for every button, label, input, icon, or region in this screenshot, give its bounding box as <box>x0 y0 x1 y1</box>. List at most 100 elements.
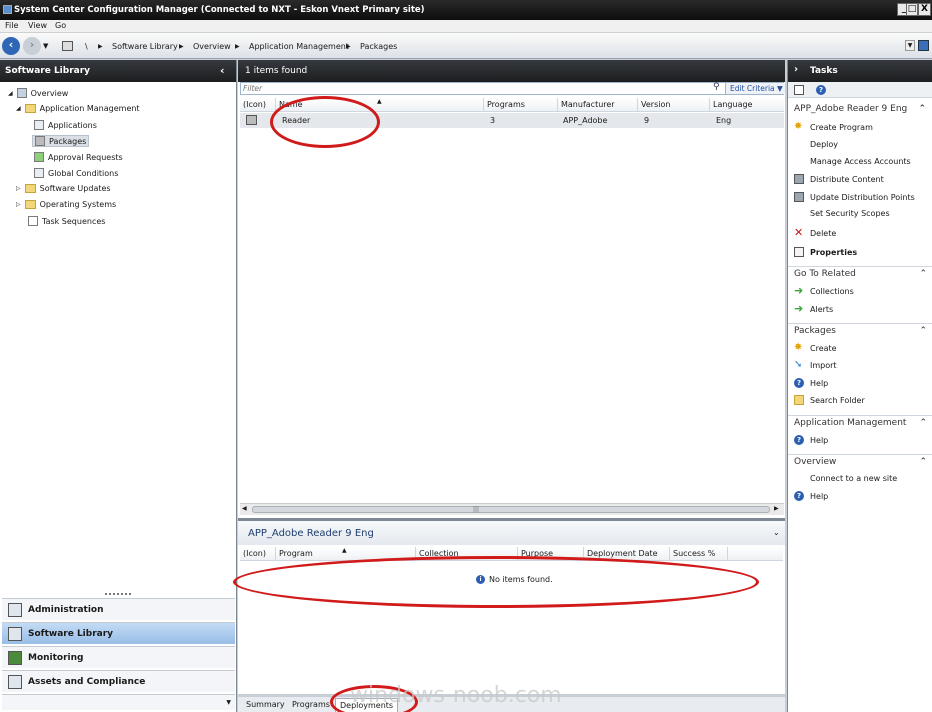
splitter-grip[interactable] <box>105 593 131 595</box>
console-home-icon[interactable] <box>62 41 73 51</box>
workspace-assets-and-compliance[interactable]: Assets and Compliance <box>2 670 235 692</box>
edit-criteria-button[interactable]: Edit Criteria ▼ <box>725 83 785 94</box>
tab-programs[interactable]: Programs <box>292 700 330 709</box>
menu-go[interactable]: Go <box>55 21 66 30</box>
filter-input[interactable] <box>243 83 713 94</box>
refresh-icon[interactable] <box>918 40 929 51</box>
tree-item-task-sequences[interactable]: Task Sequences <box>28 216 105 226</box>
search-icon[interactable]: ⚲ <box>713 82 720 92</box>
tree-item-overview[interactable]: ◢ Overview <box>8 88 68 98</box>
collapse-icon[interactable]: ⌃ <box>919 267 927 281</box>
scroll-right-icon[interactable]: ▶ <box>774 505 779 512</box>
help-tab-icon[interactable]: ? <box>816 85 826 95</box>
row-version: 9 <box>644 116 650 125</box>
horizontal-scrollbar[interactable]: ◀ ||| ▶ <box>240 503 784 515</box>
tree-item-software-updates[interactable]: ▷ Software Updates <box>16 184 111 193</box>
back-icon[interactable]: ‹ <box>2 37 20 55</box>
properties-tab-icon[interactable] <box>794 85 804 95</box>
details-collapse-icon[interactable]: ⌄ <box>773 528 780 537</box>
workspace-monitoring[interactable]: Monitoring <box>2 646 235 668</box>
tasks-title: Tasks <box>810 66 838 76</box>
annotation-circle-name <box>270 96 380 148</box>
scroll-left-icon[interactable]: ◀ <box>242 505 247 512</box>
tree-item-approval-requests[interactable]: Approval Requests <box>34 152 123 162</box>
task-create-program[interactable]: ✸ Create Program <box>794 122 873 132</box>
breadcrumb-root[interactable]: \ <box>85 42 88 51</box>
column-icon[interactable]: (Icon) <box>240 547 276 561</box>
applications-icon <box>34 120 44 130</box>
sort-ascending-icon: ▲ <box>377 98 382 105</box>
section-overview[interactable]: Overview ⌃ <box>788 454 932 469</box>
row-language: Eng <box>716 116 732 125</box>
breadcrumb-application-management[interactable]: Application Management <box>249 42 349 51</box>
column-manufacturer[interactable]: Manufacturer <box>558 98 638 112</box>
tab-summary[interactable]: Summary <box>246 700 285 709</box>
close-button[interactable]: X <box>918 3 931 16</box>
collapse-icon[interactable]: ⌃ <box>919 455 927 469</box>
annotation-circle-empty-list <box>233 556 759 608</box>
menu-view[interactable]: View <box>28 21 47 30</box>
package-icon <box>246 115 257 125</box>
navigation-tree: ◢ Overview ◢ Application Management Applic… <box>0 82 235 232</box>
task-help[interactable]: ? Help <box>794 435 828 445</box>
selected-item-title: APP_Adobe Reader 9 Eng <box>794 104 908 114</box>
dropdown-icon[interactable]: ▼ <box>905 40 915 51</box>
task-help[interactable]: ? Help <box>794 491 828 501</box>
collapse-icon[interactable]: ⌃ <box>918 104 926 114</box>
section-packages[interactable]: Packages ⌃ <box>788 323 932 338</box>
task-import[interactable]: ➘ Import <box>794 360 837 370</box>
scroll-grip: ||| <box>473 506 480 513</box>
row-programs: 3 <box>490 116 496 125</box>
tasks-header: › Tasks <box>788 60 932 82</box>
workspace-administration[interactable]: Administration <box>2 598 235 620</box>
column-success-percent[interactable]: Success % <box>670 547 728 561</box>
expand-pane-icon[interactable]: › <box>794 64 798 75</box>
tree-item-application-management[interactable]: ◢ Application Management <box>16 104 140 113</box>
column-version[interactable]: Version <box>638 98 710 112</box>
collapse-pane-icon[interactable]: ‹ <box>220 64 225 77</box>
column-programs[interactable]: Programs <box>484 98 558 112</box>
task-create-package[interactable]: ✸ Create <box>794 343 837 353</box>
navigation-bar: ‹ › ▼ \ ▶ Software Library ▶ Overview ▶ … <box>0 33 932 59</box>
navigation-pane: Software Library ‹ ◢ Overview ◢ Applicatio… <box>0 60 237 712</box>
scrollbar-thumb[interactable] <box>252 506 770 513</box>
tree-item-operating-systems[interactable]: ▷ Operating Systems <box>16 200 116 209</box>
breadcrumb-separator-icon: ▶ <box>98 43 103 50</box>
collapse-icon[interactable]: ⌃ <box>919 324 927 338</box>
task-delete[interactable]: ✕ Delete <box>794 227 836 238</box>
task-help[interactable]: ? Help <box>794 378 828 388</box>
overflow-icon: ▼ <box>226 699 231 706</box>
collapse-icon[interactable]: ⌃ <box>919 416 927 430</box>
forward-icon[interactable]: › <box>23 37 41 55</box>
task-update-distribution-points[interactable]: Update Distribution Points <box>794 192 915 202</box>
task-properties[interactable]: Properties <box>794 247 857 257</box>
workspace-overflow[interactable]: ▼ <box>2 694 235 710</box>
task-collections[interactable]: ➜ Collections <box>794 285 854 296</box>
task-search-folder[interactable]: Search Folder <box>794 395 865 405</box>
maximize-button[interactable]: □ <box>906 3 918 16</box>
workspace-software-library[interactable]: Software Library <box>2 622 235 644</box>
task-distribute-content[interactable]: Distribute Content <box>794 174 884 184</box>
filter-bar: ⚲ Edit Criteria ▼ <box>240 82 785 95</box>
section-go-to-related[interactable]: Go To Related ⌃ <box>788 266 932 281</box>
task-connect-to-new-site[interactable]: Connect to a new site <box>810 474 897 483</box>
search-folder-icon <box>794 395 804 405</box>
tree-item-packages[interactable]: Packages <box>32 135 90 147</box>
task-alerts[interactable]: ➜ Alerts <box>794 303 833 314</box>
column-icon[interactable]: (Icon) <box>240 98 276 112</box>
row-manufacturer: APP_Adobe <box>563 116 608 125</box>
monitoring-icon <box>8 650 22 665</box>
breadcrumb-packages[interactable]: Packages <box>360 42 397 51</box>
menu-file[interactable]: File <box>5 21 18 30</box>
task-set-security-scopes[interactable]: Set Security Scopes <box>810 209 890 218</box>
items-found-count: 1 items found <box>245 66 308 76</box>
breadcrumb-software-library[interactable]: Software Library <box>112 42 178 51</box>
section-application-management[interactable]: Application Management ⌃ <box>788 415 932 430</box>
task-manage-access-accounts[interactable]: Manage Access Accounts <box>810 157 911 166</box>
column-language[interactable]: Language <box>710 98 784 112</box>
breadcrumb-overview[interactable]: Overview <box>193 42 231 51</box>
task-deploy[interactable]: Deploy <box>810 140 838 149</box>
history-dropdown-icon[interactable]: ▼ <box>43 42 48 50</box>
tree-item-applications[interactable]: Applications <box>34 120 97 130</box>
tree-item-global-conditions[interactable]: Global Conditions <box>34 168 118 178</box>
